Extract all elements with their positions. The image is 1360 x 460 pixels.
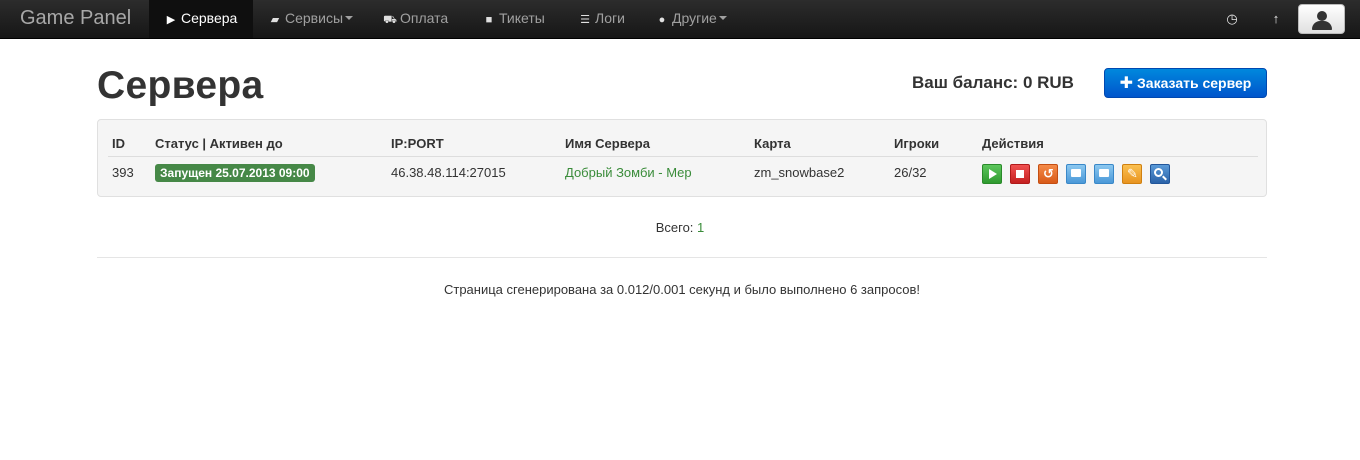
brand-logo[interactable]: Game Panel [20,7,131,30]
nav-item-services[interactable]: ▰ Сервисы [268,0,354,38]
console-icon[interactable] [1066,164,1086,184]
column-header-players: Игроки [894,136,940,151]
nav-item-payment[interactable]: ⛟ Оплата [383,0,448,38]
servers-table: ID Статус | Активен до IP:PORT Имя Серве… [97,119,1267,197]
column-header-map: Карта [754,136,791,151]
server-name-link[interactable]: Добрый Зомби - Мер [565,165,692,180]
column-header-id: ID [112,136,125,151]
cell-players: 26/32 [894,165,927,180]
total-value: 1 [697,220,705,235]
user-menu-button[interactable] [1298,4,1345,34]
arrow-up-icon[interactable]: ↑ [1262,0,1290,38]
total-count: Всего: 1 [655,220,705,235]
column-header-actions: Действия [982,136,1044,151]
column-header-ip: IP:PORT [391,136,444,151]
plus-icon: ✚ [1119,75,1134,92]
nav-item-other[interactable]: ● Другие [655,0,727,38]
clock-icon[interactable]: ◷ [1218,0,1246,38]
chat-icon: ■ [485,14,493,26]
cell-map: zm_snowbase2 [754,165,845,180]
chat-icon[interactable] [1094,164,1114,184]
footer-divider [97,257,1267,258]
cart-icon: ⛟ [383,14,397,26]
table-divider [108,156,1258,157]
nav-item-servers[interactable]: ▶ Сервера [149,0,253,38]
order-server-button[interactable]: ✚ Заказать сервер [1104,68,1267,98]
caret-down-icon [718,16,727,21]
start-icon[interactable] [982,164,1002,184]
user-icon [1317,11,1327,21]
top-navbar: Game Panel ▶ Сервера ▰ Сервисы ⛟ Оплата ■ Ти… [0,0,1360,39]
briefcase-icon: ▰ [270,14,280,26]
edit-icon[interactable]: ✎ [1122,164,1142,184]
column-header-name: Имя Сервера [565,136,650,151]
balance-label: Ваш баланс: 0 RUB [912,73,1074,92]
caret-down-icon [345,16,354,21]
play-icon: ▶ [166,14,176,26]
list-icon: ☰ [580,14,590,26]
cell-ip-port: 46.38.48.114:27015 [391,165,506,180]
column-header-status: Статус | Активен до [155,136,283,151]
nav-item-logs[interactable]: ☰ Логи [578,0,625,38]
search-icon[interactable] [1150,164,1170,184]
page-footer: Страница сгенерирована за 0.012/0.001 се… [443,282,921,297]
status-badge: Запущен 25.07.2013 09:00 [155,164,315,182]
page-title: Сервера [97,64,264,107]
nav-item-tickets[interactable]: ■ Тикеты [482,0,545,38]
cell-id: 393 [112,165,134,180]
stop-icon[interactable] [1010,164,1030,184]
restart-icon[interactable]: ↺ [1038,164,1058,184]
info-icon: ● [658,14,666,26]
